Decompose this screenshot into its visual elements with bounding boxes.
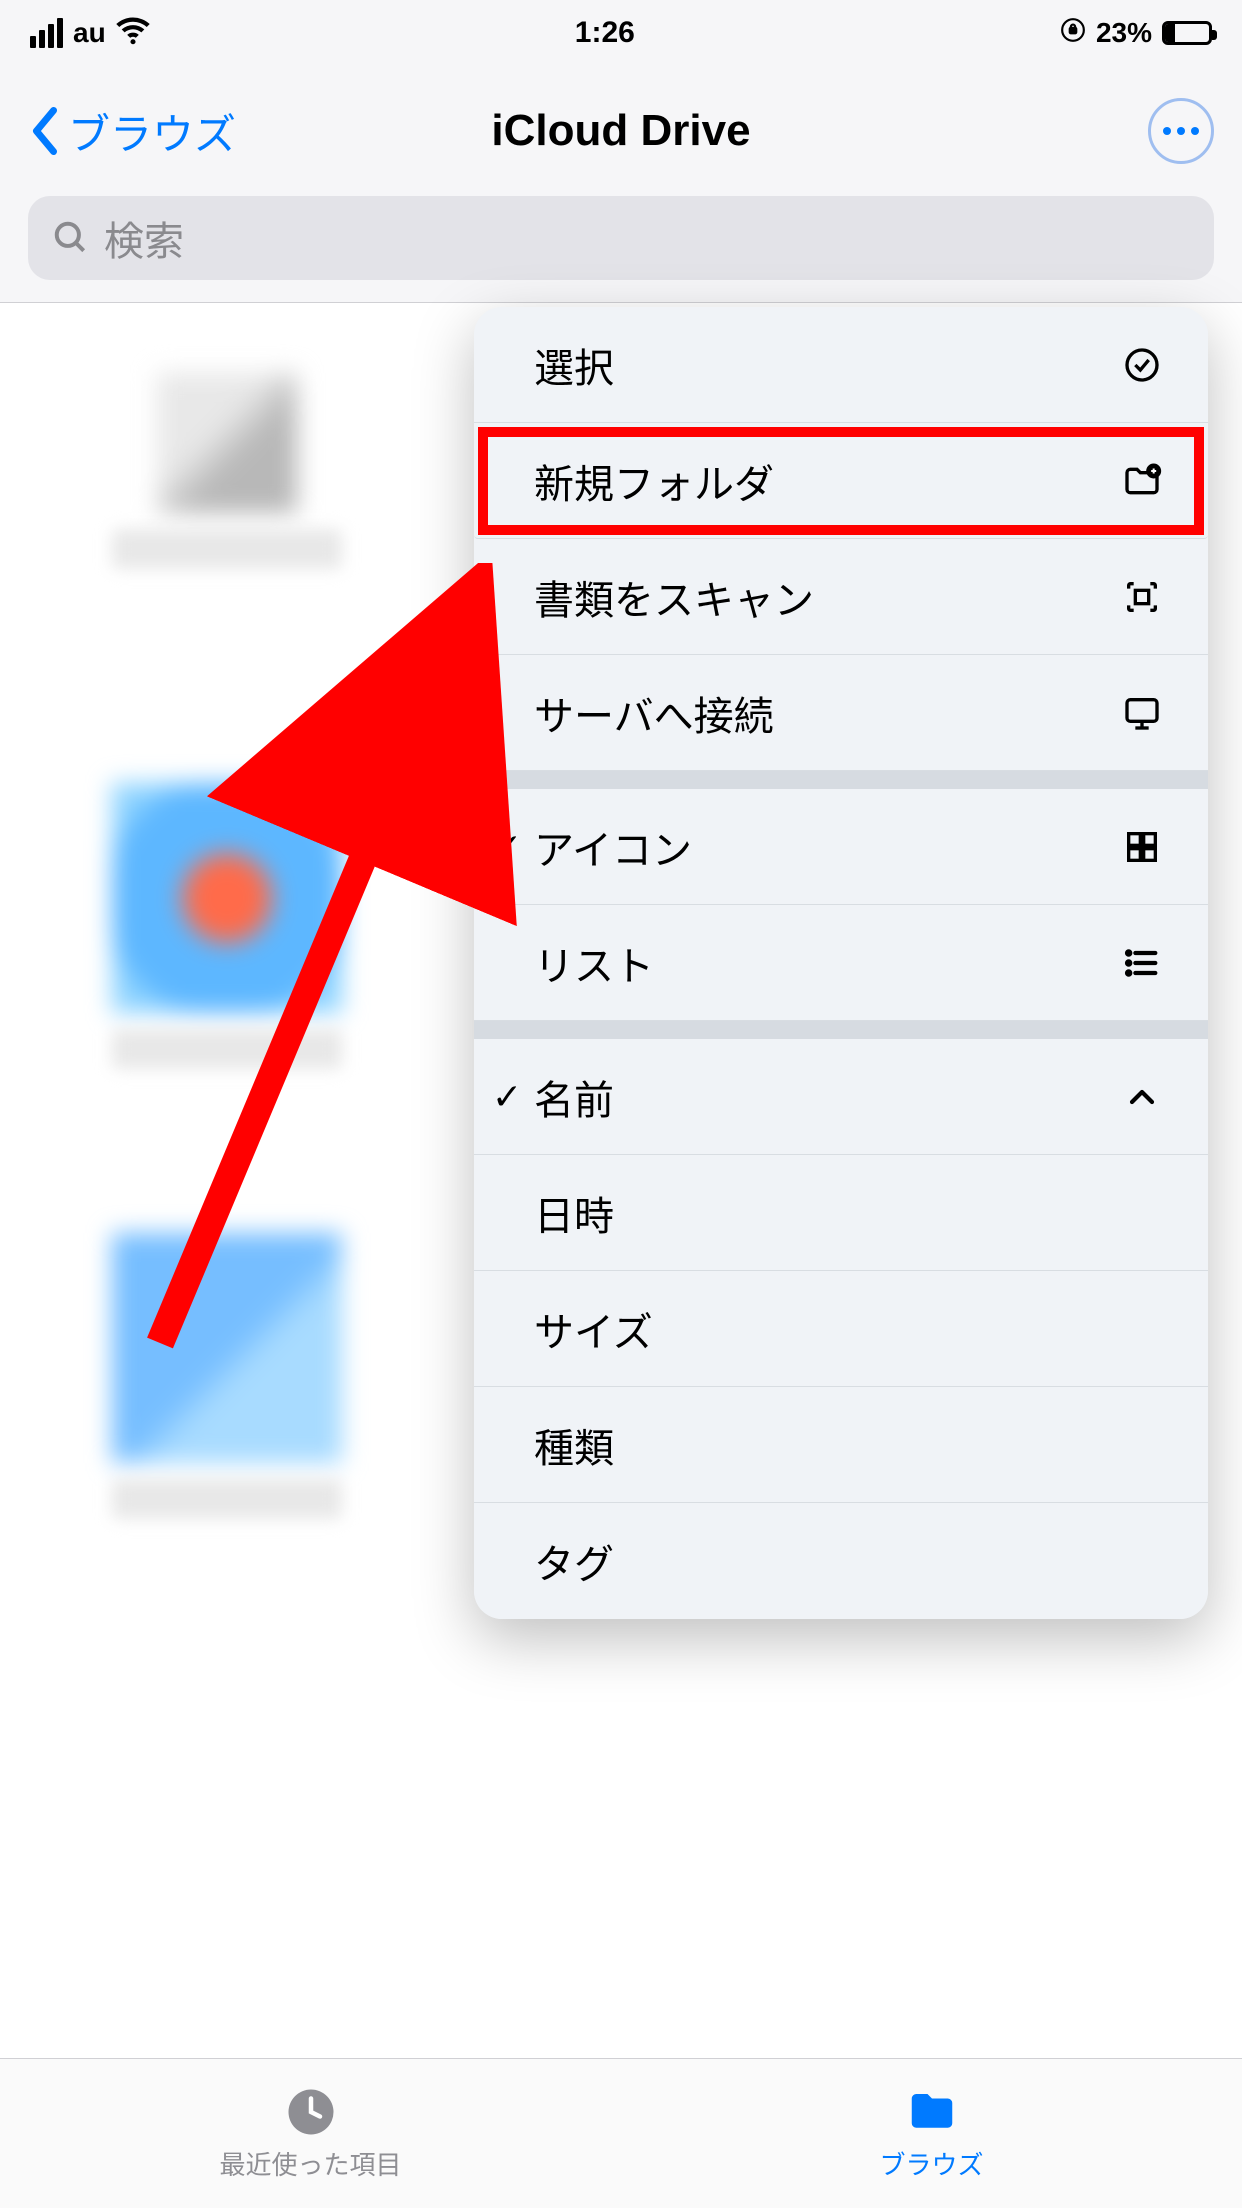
cellular-signal-icon [30,18,63,48]
grid-icon [1120,825,1164,869]
scan-icon [1120,575,1164,619]
file-item[interactable] [60,333,394,753]
content-area: 選択 新規フォルダ 書類をスキャン サーバへ接続 ✓ ア [0,303,1242,2063]
search-input[interactable]: 検索 [28,196,1214,280]
clock-time: 1:26 [575,16,635,50]
menu-sort-size[interactable]: サイズ [474,1271,1208,1387]
search-placeholder: 検索 [104,209,184,267]
back-label: ブラウズ [68,101,236,162]
file-item[interactable] [60,1233,394,1653]
menu-sort-kind[interactable]: 種類 [474,1387,1208,1503]
menu-sort-name[interactable]: ✓ 名前 [474,1039,1208,1155]
options-menu: 選択 新規フォルダ 書類をスキャン サーバへ接続 ✓ ア [474,307,1208,1619]
checkmark-icon: ✓ [492,1076,522,1118]
clock-icon [281,2085,341,2139]
checkmark-circle-icon [1120,343,1164,387]
menu-connect-server[interactable]: サーバへ接続 [474,655,1208,771]
status-bar: au 1:26 23% [0,0,1242,66]
menu-view-icons[interactable]: ✓ アイコン [474,789,1208,905]
battery-percent: 23% [1096,17,1152,49]
menu-scan-documents[interactable]: 書類をスキャン [474,539,1208,655]
search-bar-container: 検索 [0,196,1242,303]
back-button[interactable]: ブラウズ [28,101,236,162]
orientation-lock-icon [1060,17,1086,50]
menu-select[interactable]: 選択 [474,307,1208,423]
search-icon [52,219,90,257]
folder-plus-icon [1120,459,1164,503]
nav-bar: ブラウズ iCloud Drive [0,66,1242,196]
tab-bar: 最近使った項目 ブラウズ [0,2058,1242,2208]
battery-icon [1162,21,1212,45]
tab-recents[interactable]: 最近使った項目 [0,2059,621,2208]
folder-icon [902,2085,962,2139]
ellipsis-icon [1163,127,1199,135]
checkmark-icon: ✓ [492,826,522,868]
file-item[interactable] [60,783,394,1203]
tab-browse[interactable]: ブラウズ [621,2059,1242,2208]
wifi-icon [116,13,150,54]
chevron-up-icon [1120,1075,1164,1119]
more-button[interactable] [1148,98,1214,164]
menu-sort-tags[interactable]: タグ [474,1503,1208,1619]
menu-new-folder[interactable]: 新規フォルダ [474,423,1208,539]
carrier-label: au [73,17,106,49]
menu-sort-date[interactable]: 日時 [474,1155,1208,1271]
list-icon [1120,941,1164,985]
menu-view-list[interactable]: リスト [474,905,1208,1021]
display-icon [1120,691,1164,735]
